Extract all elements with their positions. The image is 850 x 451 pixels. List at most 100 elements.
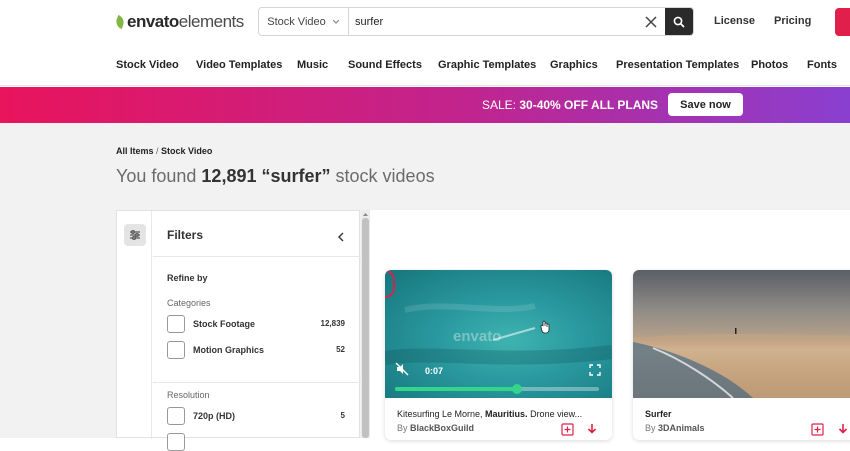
add-to-collection-icon[interactable] — [811, 423, 824, 436]
results-count: 12,891 — [201, 166, 257, 186]
video-timecode: 0:07 — [425, 366, 444, 376]
filter-option-label: Stock Footage — [193, 319, 256, 329]
nav-stock-video[interactable]: Stock Video — [116, 59, 179, 71]
logo-bold: envato — [127, 12, 179, 31]
filters-title: Filters — [167, 228, 204, 242]
filter-option-stock-footage[interactable]: Stock Footage 12,839 — [167, 315, 345, 333]
save-now-button[interactable]: Save now — [668, 93, 743, 116]
filter-option-720p[interactable]: 720p (HD) 5 — [167, 407, 345, 425]
results-count-heading: You found 12,891 “surfer” stock videos — [116, 166, 435, 187]
checkbox[interactable] — [167, 407, 185, 425]
filter-panel: Filters Refine by Categories Stock Foota… — [116, 210, 361, 451]
nav-graphics[interactable]: Graphics — [550, 59, 598, 71]
search-bar: Stock Video — [258, 7, 694, 36]
nav-photos[interactable]: Photos — [751, 59, 788, 71]
filter-toggle-button[interactable] — [124, 224, 146, 246]
envato-watermark: envato — [453, 328, 502, 345]
categories-label: Categories — [167, 298, 211, 308]
search-icon — [673, 16, 685, 28]
divider — [153, 382, 361, 383]
license-link[interactable]: License — [714, 15, 755, 27]
filter-option-label: 720p (HD) — [193, 411, 236, 421]
nav-graphic-templates[interactable]: Graphic Templates — [438, 59, 536, 71]
title-bold-part: Mauritius. — [485, 409, 528, 419]
mute-icon[interactable] — [395, 362, 409, 376]
chevron-left-icon — [338, 232, 344, 242]
author-name: 3DAnimals — [658, 423, 705, 433]
checkbox[interactable] — [167, 315, 185, 333]
search-button[interactable] — [665, 8, 693, 35]
checkbox[interactable] — [167, 341, 185, 359]
video-progress-fill — [395, 387, 518, 391]
sale-text: SALE: 30-40% OFF ALL PLANS — [482, 98, 658, 112]
found-suffix: stock videos — [330, 166, 435, 186]
video-card[interactable]: envato 0:07 Kitesurfing Le Morne, Maurit… — [385, 270, 612, 440]
video-title[interactable]: Kitesurfing Le Morne, Mauritius. Drone v… — [397, 409, 593, 419]
nav-music[interactable]: Music — [297, 59, 328, 71]
refine-by-label: Refine by — [167, 273, 208, 283]
results-header: All Items / Stock Video You found 12,891… — [0, 123, 850, 210]
nav-presentation-templates[interactable]: Presentation Templates — [616, 59, 739, 71]
header: envatoelements Stock Video License Prici… — [0, 0, 850, 86]
sale-prefix: SALE: — [482, 98, 520, 112]
by-label: By — [645, 423, 659, 433]
divider — [153, 256, 361, 257]
fullscreen-icon[interactable] — [589, 364, 601, 376]
sale-offer: 30-40% OFF ALL PLANS — [519, 98, 659, 112]
category-nav: Stock Video Video Templates Music Sound … — [0, 59, 850, 73]
leaf-icon — [114, 14, 126, 30]
download-icon[interactable] — [837, 423, 849, 436]
scroll-up-arrow-icon — [363, 213, 368, 216]
video-progress-bar[interactable] — [395, 384, 599, 394]
filter-option-count: 5 — [340, 411, 345, 420]
found-prefix: You found — [116, 166, 202, 186]
breadcrumb-separator: / — [153, 146, 162, 156]
filter-scrollbar[interactable] — [361, 210, 370, 438]
add-to-collection-icon[interactable] — [561, 423, 574, 436]
checkbox[interactable] — [167, 433, 185, 451]
collapse-filters-button[interactable] — [337, 229, 345, 247]
search-category-label: Stock Video — [267, 15, 326, 28]
title-rest: Drone view... — [527, 409, 583, 419]
filter-option-count: 12,839 — [320, 319, 345, 328]
breadcrumb: All Items / Stock Video — [116, 146, 212, 156]
video-thumbnail[interactable] — [633, 270, 850, 398]
filter-option-label: Motion Graphics — [193, 345, 265, 355]
nav-video-templates[interactable]: Video Templates — [196, 59, 282, 71]
sale-banner: SALE: 30-40% OFF ALL PLANS Save now — [0, 87, 850, 123]
filter-option-motion-graphics[interactable]: Motion Graphics 52 — [167, 341, 345, 359]
filter-option-next[interactable] — [167, 433, 345, 451]
video-author[interactable]: By BlackBoxGuild — [397, 423, 474, 433]
scrollbar-thumb[interactable] — [362, 218, 369, 438]
resolution-label: Resolution — [167, 390, 210, 400]
breadcrumb-all-items[interactable]: All Items — [116, 146, 154, 156]
video-author[interactable]: By 3DAnimals — [645, 423, 705, 433]
sliders-icon — [130, 230, 140, 240]
search-input[interactable] — [349, 8, 637, 35]
get-unlimited-downloads-button[interactable] — [835, 8, 850, 36]
video-title[interactable]: Surfer — [645, 409, 841, 419]
filter-sidebar-rail — [117, 211, 152, 439]
video-card[interactable]: Surfer By 3DAnimals — [633, 270, 850, 440]
title-part: Kitesurfing Le Morne, — [397, 409, 486, 419]
download-icon[interactable] — [586, 423, 598, 436]
title-part: Surfer — [645, 409, 672, 419]
envato-elements-logo[interactable]: envatoelements — [114, 12, 244, 32]
filter-option-count: 52 — [336, 345, 345, 354]
sunset-beach-scene — [633, 328, 850, 398]
clear-search-button[interactable] — [637, 8, 665, 35]
results-area: Filters Refine by Categories Stock Foota… — [0, 210, 850, 451]
author-name: BlackBoxGuild — [410, 423, 475, 433]
pricing-link[interactable]: Pricing — [774, 15, 811, 27]
search-query: “surfer” — [261, 166, 331, 186]
close-icon — [645, 15, 657, 28]
results-grid: envato 0:07 Kitesurfing Le Morne, Maurit… — [370, 210, 850, 440]
breadcrumb-stock-video[interactable]: Stock Video — [161, 146, 212, 156]
search-category-select[interactable]: Stock Video — [259, 8, 349, 35]
nav-fonts[interactable]: Fonts — [807, 59, 837, 71]
mouse-cursor-icon — [540, 320, 550, 334]
nav-sound-effects[interactable]: Sound Effects — [348, 59, 422, 71]
logo-rest: elements — [178, 12, 244, 31]
by-label: By — [397, 423, 411, 433]
video-preview[interactable]: envato 0:07 — [385, 270, 612, 398]
